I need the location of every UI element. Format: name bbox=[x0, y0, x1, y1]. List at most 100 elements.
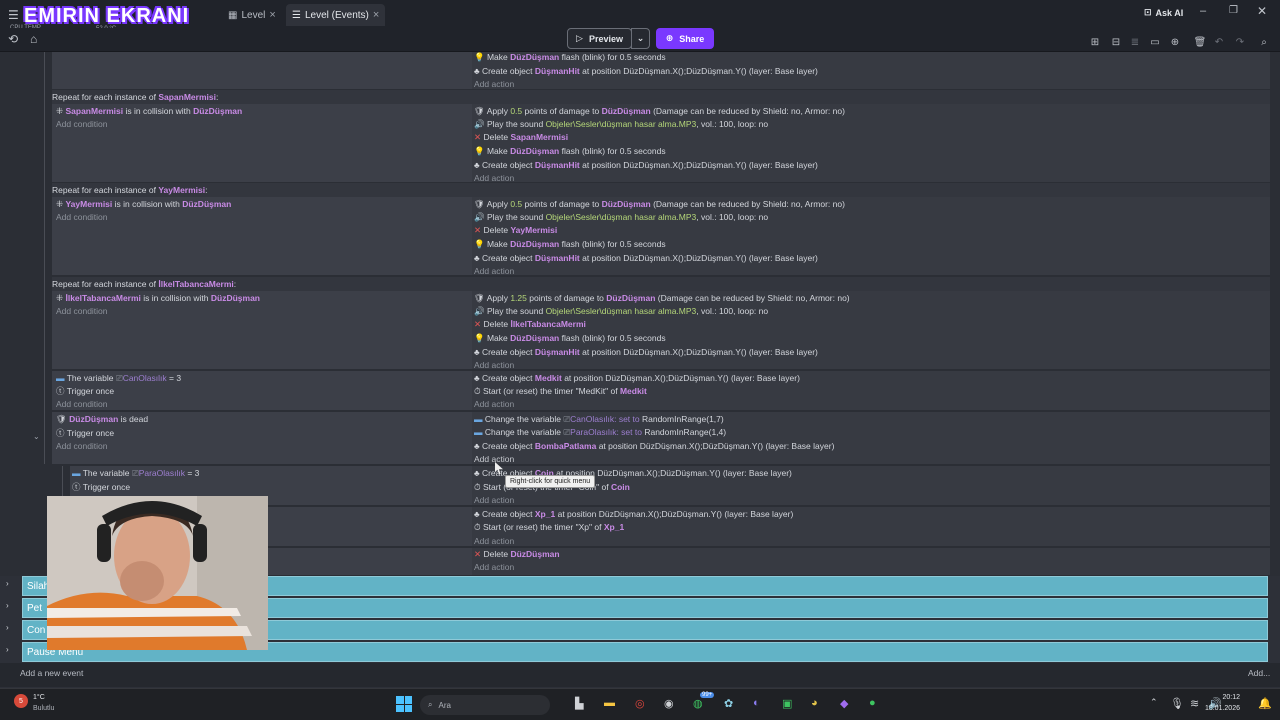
share-button[interactable]: ⊕ Share bbox=[656, 28, 714, 49]
tab-level[interactable]: ▦ Level × bbox=[222, 4, 282, 26]
add-action-link[interactable]: Add action bbox=[474, 453, 514, 465]
taskbar-search[interactable]: ⌕ Ara bbox=[420, 695, 550, 715]
action-apply-damage[interactable]: 🛡 Apply 0.5 points of damage to DüzDüşma… bbox=[474, 198, 845, 210]
condition-is-dead[interactable]: 🛡 DüzDüşman is dead bbox=[56, 413, 148, 425]
add-action-link[interactable]: Add action bbox=[474, 78, 514, 90]
close-icon[interactable]: × bbox=[373, 9, 379, 21]
action-delete[interactable]: ✕ Delete SapanMermisi bbox=[474, 131, 568, 143]
undo-icon[interactable]: ↶ bbox=[1212, 35, 1226, 49]
maximize-icon[interactable]: ❐ bbox=[1229, 5, 1238, 16]
condition-variable[interactable]: ▬ The variable ⎚ParaOlasılık = 3 bbox=[72, 467, 199, 479]
steam-icon[interactable]: ◉ bbox=[664, 697, 674, 710]
repeat-header[interactable]: Repeat for each instance of SapanMermisi… bbox=[52, 90, 1270, 104]
wifi-icon[interactable]: ≋ bbox=[1190, 697, 1199, 710]
add-action-link[interactable]: Add action bbox=[474, 494, 514, 506]
action-area[interactable]: ▬ Change the variable ⎚CanOlasılık: set … bbox=[472, 412, 1270, 465]
chevron-right-icon[interactable]: › bbox=[6, 645, 9, 654]
collapse-chevron-icon[interactable]: ⌄ bbox=[33, 432, 40, 441]
action-create-xp[interactable]: ♣ Create object Xp_1 at position DüzDüşm… bbox=[474, 508, 793, 520]
add-condition-link[interactable]: Add condition bbox=[56, 440, 108, 452]
chevron-up-icon[interactable]: ⌃ bbox=[1150, 697, 1158, 708]
condition-area[interactable]: ▬ The variable ⎚CanOlasılık = 3 ⓣ Trigge… bbox=[52, 371, 472, 411]
add-subevent-icon[interactable]: ⊟ bbox=[1109, 35, 1123, 49]
action-delete[interactable]: ✕ Delete DüzDüşman bbox=[474, 548, 560, 560]
discord-icon[interactable]: ◐ bbox=[753, 697, 760, 709]
action-area[interactable]: 💡 Make DüzDüşman flash (blink) for 0.5 s… bbox=[472, 52, 1270, 90]
weather-desc[interactable]: Bulutlu bbox=[33, 705, 54, 712]
condition-collision[interactable]: ⁜ İlkelTabancaMermi is in collision with… bbox=[56, 292, 260, 304]
repeat-header[interactable]: Repeat for each instance of YayMermisi: bbox=[52, 183, 1270, 197]
action-create-object[interactable]: ♣ Create object DüşmanHit at position Dü… bbox=[474, 159, 818, 171]
action-area[interactable]: 🛡 Apply 0.5 points of damage to DüzDüşma… bbox=[472, 197, 1270, 276]
toggle-disabled-icon[interactable]: ≣ bbox=[1128, 35, 1142, 49]
close-window-icon[interactable]: ✕ bbox=[1257, 4, 1267, 18]
action-delete[interactable]: ✕ Delete YayMermisi bbox=[474, 224, 557, 236]
clock-time[interactable]: 20:12 bbox=[1218, 694, 1240, 701]
whatsapp-icon[interactable]: ◍ bbox=[693, 697, 703, 710]
action-create-object[interactable]: ♣ Create object DüşmanHit at position Dü… bbox=[474, 65, 818, 77]
microphone-icon[interactable]: 🎙 bbox=[1170, 697, 1184, 710]
home-icon[interactable]: ⌂ bbox=[30, 32, 37, 46]
chrome-icon[interactable]: ◕ bbox=[811, 697, 818, 709]
notifications-icon[interactable]: 🔔 bbox=[1258, 697, 1272, 710]
action-play-sound[interactable]: 🔊 Play the sound Objeler\Sesler\düşman h… bbox=[474, 305, 768, 317]
add-event-icon[interactable]: ⊞ bbox=[1088, 35, 1102, 49]
add-action-link[interactable]: Add action bbox=[474, 398, 514, 410]
chevron-right-icon[interactable]: › bbox=[6, 623, 9, 632]
tab-level-events[interactable]: ☰ Level (Events) × bbox=[286, 4, 386, 26]
chevron-right-icon[interactable]: › bbox=[6, 601, 9, 610]
minimize-icon[interactable]: – bbox=[1200, 5, 1206, 17]
gdevelop-icon[interactable]: ◆ bbox=[840, 697, 848, 710]
project-manager-icon[interactable]: ⟲ bbox=[8, 32, 18, 46]
add-action-link[interactable]: Add action bbox=[474, 265, 514, 277]
action-play-sound[interactable]: 🔊 Play the sound Objeler\Sesler\düşman h… bbox=[474, 118, 768, 130]
action-apply-damage[interactable]: 🛡 Apply 0.5 points of damage to DüzDüşma… bbox=[474, 105, 845, 117]
repeat-header[interactable]: Repeat for each instance of İlkelTabanca… bbox=[52, 277, 1270, 291]
action-start-timer[interactable]: ⏱ Start (or reset) the timer "Xp" of Xp_… bbox=[474, 521, 624, 533]
add-condition-link[interactable]: Add condition bbox=[56, 118, 108, 130]
action-play-sound[interactable]: 🔊 Play the sound Objeler\Sesler\düşman h… bbox=[474, 211, 768, 223]
search-icon[interactable]: ⌕ bbox=[1257, 35, 1271, 49]
action-flash[interactable]: 💡 Make DüzDüşman flash (blink) for 0.5 s… bbox=[474, 238, 666, 250]
add-action-link[interactable]: Add action bbox=[474, 561, 514, 573]
opera-icon[interactable]: ◎ bbox=[635, 697, 645, 710]
task-view-icon[interactable]: ▙ bbox=[575, 697, 583, 710]
close-icon[interactable]: × bbox=[269, 9, 275, 21]
action-area[interactable]: ♣ Create object Medkit at position DüzDü… bbox=[472, 371, 1270, 411]
condition-trigger-once[interactable]: ⓣ Trigger once bbox=[56, 385, 114, 397]
add-condition-link[interactable]: Add condition bbox=[56, 398, 108, 410]
action-create-bomba[interactable]: ♣ Create object BombaPatlama at position… bbox=[474, 440, 834, 452]
action-change-variable[interactable]: ▬ Change the variable ⎚ParaOlasılık: set… bbox=[474, 426, 726, 438]
action-create-medkit[interactable]: ♣ Create object Medkit at position DüzDü… bbox=[474, 372, 800, 384]
add-action-link[interactable]: Add action bbox=[474, 359, 514, 371]
action-area[interactable]: ♣ Create object Xp_1 at position DüzDüşm… bbox=[472, 507, 1270, 547]
action-area[interactable]: ✕ Delete DüzDüşman Add action bbox=[472, 548, 1270, 576]
action-flash[interactable]: 💡 Make DüzDüşman flash (blink) for 0.5 s… bbox=[474, 332, 666, 344]
chevron-right-icon[interactable]: › bbox=[6, 579, 9, 588]
weather-temp[interactable]: 1°C bbox=[33, 694, 45, 701]
hamburger-menu-icon[interactable]: ☰ bbox=[8, 8, 19, 22]
action-create-object[interactable]: ♣ Create object DüşmanHit at position Dü… bbox=[474, 252, 818, 264]
action-area[interactable]: 🛡 Apply 0.5 points of damage to DüzDüşma… bbox=[472, 104, 1270, 183]
preview-button[interactable]: ▷ Preview bbox=[567, 28, 632, 49]
condition-area[interactable]: ⁜ İlkelTabancaMermi is in collision with… bbox=[52, 291, 472, 370]
add-menu-link[interactable]: Add... bbox=[1248, 668, 1270, 678]
app-icon[interactable]: ✿ bbox=[724, 697, 733, 710]
condition-trigger-once[interactable]: ⓣ Trigger once bbox=[56, 427, 114, 439]
action-change-variable[interactable]: ▬ Change the variable ⎚CanOlasılık: set … bbox=[474, 413, 724, 425]
clock-date[interactable]: 18.01.2026 bbox=[1200, 705, 1240, 712]
add-condition-link[interactable]: Add condition bbox=[56, 305, 108, 317]
ask-ai-button[interactable]: ⊡ Ask AI bbox=[1144, 7, 1183, 18]
action-start-timer[interactable]: ⏱ Start (or reset) the timer "MedKit" of… bbox=[474, 385, 647, 397]
action-delete[interactable]: ✕ Delete İlkelTabancaMermi bbox=[474, 318, 586, 330]
add-action-link[interactable]: Add action bbox=[474, 535, 514, 547]
action-apply-damage[interactable]: 🛡 Apply 1.25 points of damage to DüzDüşm… bbox=[474, 292, 850, 304]
action-flash[interactable]: 💡 Make DüzDüşman flash (blink) for 0.5 s… bbox=[474, 52, 666, 63]
condition-area[interactable]: ⁜ SapanMermisi is in collision with DüzD… bbox=[52, 104, 472, 183]
preview-options-button[interactable]: ⌄ bbox=[631, 28, 650, 49]
add-condition-link[interactable]: Add condition bbox=[56, 211, 108, 223]
condition-collision[interactable]: ⁜ YayMermisi is in collision with DüzDüş… bbox=[56, 198, 231, 210]
condition-area[interactable] bbox=[52, 52, 472, 90]
condition-trigger-once[interactable]: ⓣ Trigger once bbox=[72, 481, 130, 493]
action-create-object[interactable]: ♣ Create object DüşmanHit at position Dü… bbox=[474, 346, 818, 358]
